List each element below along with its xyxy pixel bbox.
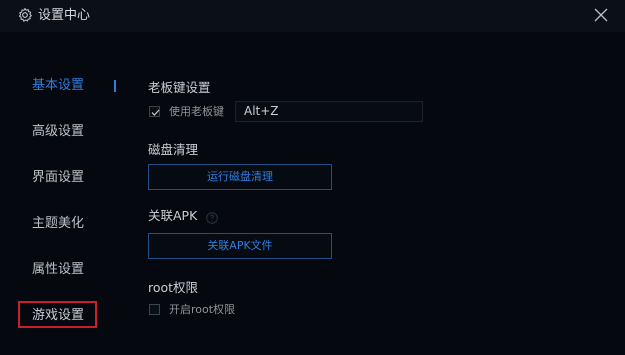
root-permission-checkbox-label: 开启root权限 <box>169 303 236 316</box>
sidebar-item-label: 高级设置 <box>32 124 85 139</box>
settings-window: 设置中心 基本设置 高级设置 界面设置 主题美化 属性设置 游戏设置 老板键设置… <box>0 0 625 355</box>
boss-key-checkbox[interactable] <box>149 106 160 117</box>
sidebar-item-label: 界面设置 <box>32 170 85 185</box>
sidebar-item-basic-settings[interactable]: 基本设置 <box>18 72 98 100</box>
disk-cleanup-title: 磁盘清理 <box>148 142 199 157</box>
sidebar-item-advanced-settings[interactable]: 高级设置 <box>18 118 98 146</box>
sidebar-item-property-settings[interactable]: 属性设置 <box>18 256 98 284</box>
sidebar-item-theme[interactable]: 主题美化 <box>18 210 98 238</box>
boss-key-title: 老板键设置 <box>148 80 211 95</box>
sidebar-item-label: 基本设置 <box>32 78 85 93</box>
sidebar-item-label: 属性设置 <box>32 262 85 277</box>
apk-association-title: 关联APK <box>148 208 198 223</box>
sidebar-item-interface-settings[interactable]: 界面设置 <box>18 164 98 192</box>
run-disk-cleanup-button[interactable]: 运行磁盘清理 <box>148 164 332 190</box>
close-icon <box>594 8 608 22</box>
window-title: 设置中心 <box>38 8 91 23</box>
gear-icon <box>17 7 33 23</box>
boss-key-checkbox-label: 使用老板键 <box>169 105 224 118</box>
boss-key-hotkey-input[interactable]: Alt+Z <box>235 101 423 122</box>
question-circle-icon[interactable] <box>206 209 218 224</box>
highlight-annotation-box <box>18 301 97 328</box>
associate-apk-button[interactable]: 关联APK文件 <box>148 233 332 259</box>
root-permission-title: root权限 <box>148 280 199 295</box>
title-bar: 设置中心 <box>0 0 625 32</box>
root-permission-checkbox[interactable] <box>149 304 160 315</box>
checkmark-icon <box>151 109 160 116</box>
sidebar-item-label: 主题美化 <box>32 216 85 231</box>
close-button[interactable] <box>592 6 610 24</box>
active-tab-indicator <box>114 80 116 92</box>
